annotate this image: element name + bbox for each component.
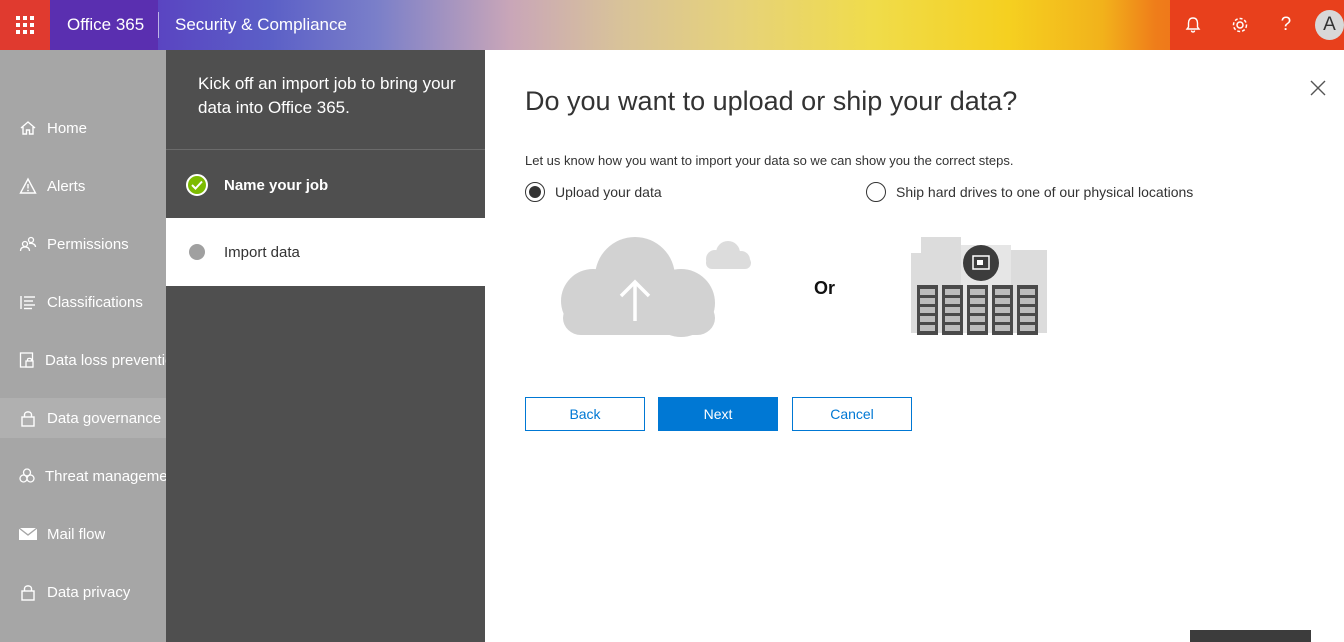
home-icon xyxy=(18,119,38,137)
radio-upload[interactable] xyxy=(525,182,545,202)
step-label: Name your job xyxy=(224,176,329,194)
close-icon xyxy=(1310,80,1326,96)
nav-label: Alerts xyxy=(47,177,86,195)
help-button[interactable]: ? xyxy=(1263,0,1309,50)
wizard-step-name-your-job[interactable]: Name your job xyxy=(166,151,485,219)
top-bar: Office 365 Security & Compliance ? A xyxy=(0,0,1344,50)
nav-label: Classifications xyxy=(47,293,143,311)
option-ship[interactable]: Ship hard drives to one of our physical … xyxy=(866,182,1193,202)
datacenter-icon xyxy=(911,237,1047,335)
cancel-button[interactable]: Cancel xyxy=(792,397,912,431)
people-icon xyxy=(18,235,38,253)
avatar[interactable]: A xyxy=(1315,10,1344,40)
mail-icon xyxy=(18,526,38,542)
nav-item-data-privacy[interactable]: Data privacy xyxy=(0,572,166,612)
lock-icon xyxy=(18,583,38,601)
radio-ship[interactable] xyxy=(866,182,886,202)
wizard-divider xyxy=(166,149,485,150)
step-label: Import data xyxy=(224,243,300,261)
nav-item-mail-flow[interactable]: Mail flow xyxy=(0,514,166,554)
brand-divider xyxy=(158,12,159,38)
option-label: Upload your data xyxy=(555,184,662,200)
wizard-intro-text: Kick off an import job to bring your dat… xyxy=(198,74,456,117)
close-button[interactable] xyxy=(1308,78,1328,98)
settings-button[interactable] xyxy=(1216,0,1262,50)
or-label: Or xyxy=(814,278,836,298)
help-icon: ? xyxy=(1280,14,1292,35)
nav-item-permissions[interactable]: Permissions xyxy=(0,224,166,264)
app-launcher-button[interactable] xyxy=(0,0,50,50)
notifications-button[interactable] xyxy=(1170,0,1216,50)
nav-label: Mail flow xyxy=(47,525,106,543)
nav-label: Data governance xyxy=(47,409,162,427)
option-label: Ship hard drives to one of our physical … xyxy=(896,184,1194,200)
nav-item-classifications[interactable]: Classifications xyxy=(0,282,166,322)
option-upload[interactable]: Upload your data xyxy=(525,182,662,202)
back-button[interactable]: Back xyxy=(525,397,645,431)
biohazard-icon xyxy=(18,467,36,485)
nav-item-home[interactable]: Home xyxy=(0,108,166,148)
current-step-dot-icon xyxy=(189,244,205,260)
nav-label: Threat management xyxy=(45,467,166,485)
bottom-panel-edge xyxy=(1190,630,1311,642)
nav-label: Data loss prevention xyxy=(45,351,166,369)
page-title: Do you want to upload or ship your data? xyxy=(525,86,1018,116)
nav-label: Data privacy xyxy=(47,583,131,601)
nav-item-data-governance[interactable]: Data governance xyxy=(0,398,166,438)
nav-label: Permissions xyxy=(47,235,129,253)
left-nav: Home Alerts Permissions Classifications … xyxy=(0,50,166,642)
nav-label: Home xyxy=(47,119,88,137)
bell-icon xyxy=(1185,17,1201,33)
warning-icon xyxy=(18,177,38,195)
checkmark-icon xyxy=(186,174,208,196)
cloud-upload-icon xyxy=(561,237,751,337)
gear-icon xyxy=(1232,17,1247,33)
nav-item-data-loss-prevention[interactable]: Data loss prevention xyxy=(0,340,166,380)
brand-office365[interactable]: Office 365 xyxy=(50,0,158,50)
main-content: Do you want to upload or ship your data?… xyxy=(485,50,1344,642)
top-right-actions: ? A xyxy=(1170,0,1344,50)
lock-icon xyxy=(18,409,38,427)
step-status xyxy=(186,241,208,263)
list-icon xyxy=(18,293,38,311)
waffle-icon xyxy=(16,16,34,34)
wizard-step-import-data[interactable]: Import data xyxy=(166,218,485,286)
step-status xyxy=(186,174,208,196)
nav-item-threat-management[interactable]: Threat management xyxy=(0,456,166,496)
app-title[interactable]: Security & Compliance xyxy=(175,0,347,50)
radio-selected-dot xyxy=(529,186,541,198)
lock-doc-icon xyxy=(18,351,36,369)
page-description: Let us know how you want to import your … xyxy=(525,153,1014,168)
next-button[interactable]: Next xyxy=(658,397,778,431)
nav-item-alerts[interactable]: Alerts xyxy=(0,166,166,206)
wizard-steps-panel: Kick off an import job to bring your dat… xyxy=(166,50,485,642)
